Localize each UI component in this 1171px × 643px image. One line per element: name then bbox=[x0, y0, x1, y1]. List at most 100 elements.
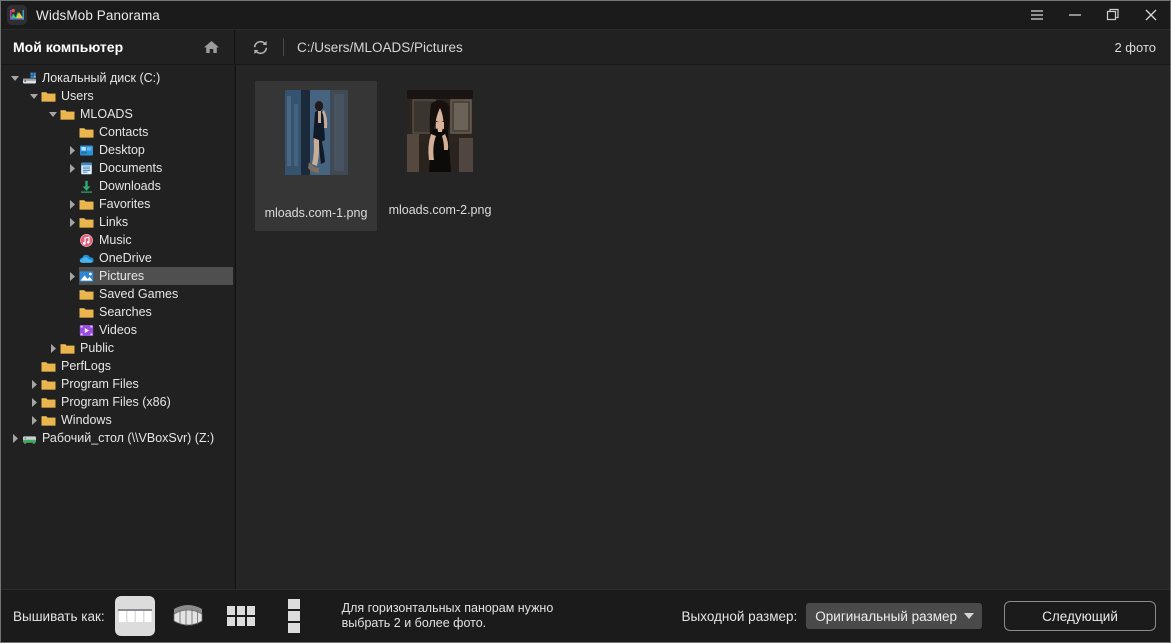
folder-tree[interactable]: Локальный диск (C:) Users MLOADS Contacts De… bbox=[1, 64, 234, 589]
tree-item-label: Локальный диск (C:) bbox=[42, 71, 161, 85]
thumbnail-tile[interactable]: mloads.com-2.png bbox=[379, 81, 501, 231]
tree-item-perflogs[interactable]: PerfLogs bbox=[1, 357, 234, 375]
tree-item-contacts[interactable]: Contacts bbox=[1, 123, 234, 141]
refresh-icon[interactable] bbox=[249, 36, 271, 58]
output-size-label: Выходной размер: bbox=[681, 608, 798, 624]
thumbnail-tile[interactable]: mloads.com-1.png bbox=[255, 81, 377, 231]
curved-panorama-icon[interactable] bbox=[168, 596, 208, 636]
current-path: C:/Users/MLOADS/Pictures bbox=[297, 39, 463, 55]
desktop-icon bbox=[78, 143, 94, 157]
horizontal-panorama-icon[interactable] bbox=[114, 596, 155, 636]
tree-item-favorites[interactable]: Favorites bbox=[1, 195, 234, 213]
tree-item-рабочий-стол-vboxsvr-z[interactable]: Рабочий_стол (\\VBoxSvr) (Z:) bbox=[1, 429, 234, 447]
tree-item-windows[interactable]: Windows bbox=[1, 411, 234, 429]
pictures-icon bbox=[78, 269, 94, 283]
app-title: WidsMob Panorama bbox=[36, 7, 160, 23]
tree-item-downloads[interactable]: Downloads bbox=[1, 177, 234, 195]
chevron-down-icon[interactable] bbox=[8, 72, 21, 85]
tree-twisty-placeholder bbox=[65, 180, 78, 193]
tree-item-program-files-x86[interactable]: Program Files (x86) bbox=[1, 393, 234, 411]
tree-item-documents[interactable]: Documents bbox=[1, 159, 234, 177]
vertical-panorama-icon[interactable] bbox=[274, 596, 314, 636]
tree-twisty-placeholder bbox=[65, 252, 78, 265]
output-controls: Выходной размер: Оригинальный размер Сле… bbox=[682, 601, 1156, 631]
chevron-right-icon[interactable] bbox=[65, 198, 78, 211]
tree-item-program-files[interactable]: Program Files bbox=[1, 375, 234, 393]
minimize-button[interactable] bbox=[1056, 1, 1094, 29]
sidebar-header: Мой компьютер bbox=[1, 30, 234, 64]
tree-twisty-placeholder bbox=[65, 324, 78, 337]
folder-icon bbox=[40, 89, 56, 103]
tree-item-users[interactable]: Users bbox=[1, 87, 234, 105]
chevron-right-icon[interactable] bbox=[8, 432, 21, 445]
close-button[interactable] bbox=[1132, 1, 1170, 29]
chevron-right-icon[interactable] bbox=[65, 162, 78, 175]
thumbnail-image bbox=[407, 90, 473, 172]
chevron-right-icon[interactable] bbox=[46, 342, 59, 355]
window-controls bbox=[1018, 1, 1170, 29]
folder-icon bbox=[59, 107, 75, 121]
stitch-hint-text: Для горизонтальных панорам нужно выбрать… bbox=[341, 601, 554, 630]
bottom-toolbar: Вышивать как: Для горизонтальных панорам… bbox=[1, 589, 1170, 642]
folder-icon bbox=[40, 395, 56, 409]
folder-icon bbox=[78, 125, 94, 139]
chevron-right-icon[interactable] bbox=[65, 144, 78, 157]
folder-icon bbox=[78, 215, 94, 229]
chevron-right-icon[interactable] bbox=[65, 216, 78, 229]
tree-item-label: Program Files bbox=[61, 377, 139, 391]
next-button[interactable]: Следующий bbox=[1004, 601, 1156, 631]
tree-item-label: Contacts bbox=[99, 125, 149, 139]
home-icon[interactable] bbox=[201, 37, 221, 57]
tree-item-label: Desktop bbox=[99, 143, 145, 157]
tree-item-label: Favorites bbox=[99, 197, 151, 211]
maximize-button[interactable] bbox=[1094, 1, 1132, 29]
tree-twisty-placeholder bbox=[65, 126, 78, 139]
sub-header: Мой компьютер C:/Users/MLOADS/Pictures 2… bbox=[1, 29, 1170, 64]
tree-twisty-placeholder bbox=[65, 234, 78, 247]
tree-item-label: Searches bbox=[99, 305, 152, 319]
sidebar-title: Мой компьютер bbox=[13, 39, 124, 55]
folder-icon bbox=[78, 197, 94, 211]
chevron-right-icon[interactable] bbox=[27, 396, 40, 409]
folder-icon bbox=[40, 413, 56, 427]
tree-twisty-placeholder bbox=[65, 306, 78, 319]
stitch-mode-label: Вышивать как: bbox=[13, 608, 105, 624]
chevron-right-icon[interactable] bbox=[65, 270, 78, 283]
tree-item-videos[interactable]: Videos bbox=[1, 321, 234, 339]
tree-item-mloads[interactable]: MLOADS bbox=[1, 105, 234, 123]
thumbnail-grid: mloads.com-1.png mloads.com-2.png bbox=[255, 81, 503, 231]
output-size-select[interactable]: Оригинальный размер bbox=[806, 603, 982, 629]
downloads-icon bbox=[78, 179, 94, 193]
tree-item-saved-games[interactable]: Saved Games bbox=[1, 285, 234, 303]
path-bar: C:/Users/MLOADS/Pictures 2 фото bbox=[238, 30, 1170, 64]
chevron-right-icon[interactable] bbox=[27, 414, 40, 427]
tree-item-label: Links bbox=[99, 215, 129, 229]
tile-panorama-icon[interactable] bbox=[221, 596, 261, 636]
tree-item-links[interactable]: Links bbox=[1, 213, 234, 231]
tree-item-music[interactable]: Music bbox=[1, 231, 234, 249]
thumbnail-panel: mloads.com-1.png mloads.com-2.png bbox=[235, 64, 1170, 589]
header-divider bbox=[234, 30, 235, 64]
tree-item-label: Downloads bbox=[99, 179, 161, 193]
tree-item-локальный-диск-c[interactable]: Локальный диск (C:) bbox=[1, 69, 234, 87]
folder-icon bbox=[78, 305, 94, 319]
tree-item-desktop[interactable]: Desktop bbox=[1, 141, 234, 159]
tree-twisty-placeholder bbox=[65, 288, 78, 301]
chevron-down-icon[interactable] bbox=[27, 90, 40, 103]
folder-icon bbox=[78, 287, 94, 301]
tree-item-searches[interactable]: Searches bbox=[1, 303, 234, 321]
chevron-down-icon[interactable] bbox=[46, 108, 59, 121]
path-separator bbox=[283, 38, 284, 56]
tree-item-label: Pictures bbox=[99, 269, 145, 283]
folder-icon bbox=[40, 377, 56, 391]
thumbnail-filename: mloads.com-1.png bbox=[264, 206, 368, 220]
tree-item-public[interactable]: Public bbox=[1, 339, 234, 357]
tree-item-onedrive[interactable]: OneDrive bbox=[1, 249, 234, 267]
output-size-value: Оригинальный размер bbox=[815, 608, 957, 624]
menu-button[interactable] bbox=[1018, 1, 1056, 29]
stitch-mode-buttons bbox=[114, 596, 327, 636]
tree-item-pictures[interactable]: Pictures bbox=[1, 267, 234, 285]
documents-icon bbox=[78, 161, 94, 175]
music-icon bbox=[78, 233, 94, 247]
chevron-right-icon[interactable] bbox=[27, 378, 40, 391]
